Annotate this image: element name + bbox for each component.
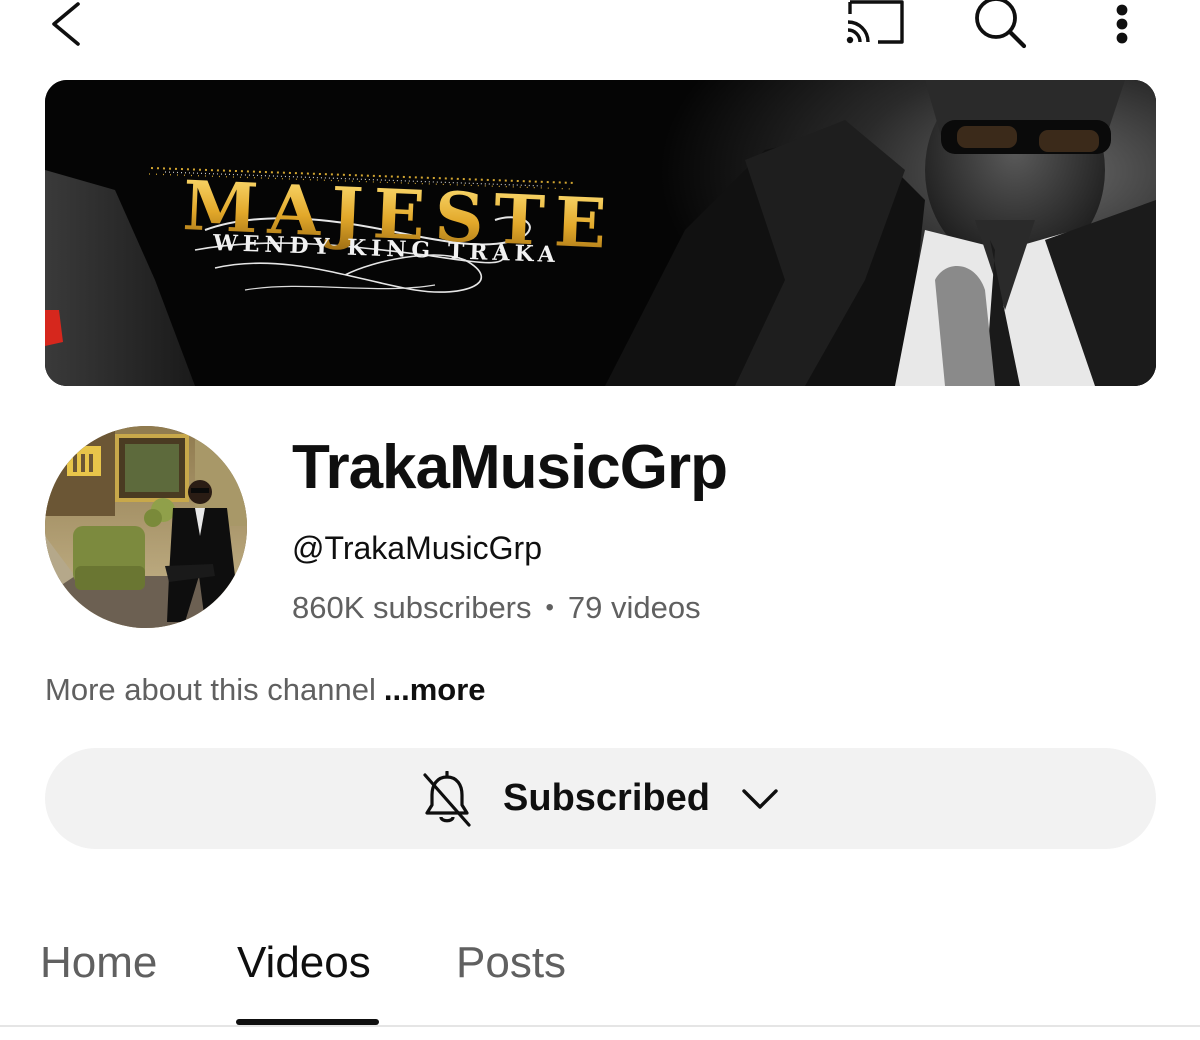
chevron-left-icon — [52, 2, 80, 46]
channel-about[interactable]: More about this channel ...more — [45, 672, 486, 708]
more-options-button[interactable] — [1100, 0, 1144, 52]
tab-videos[interactable]: Videos — [237, 938, 371, 988]
search-button[interactable] — [966, 0, 1034, 52]
more-vertical-icon — [1116, 4, 1128, 44]
channel-banner: MAJESTE WENDY KING TRAKA — [45, 80, 1156, 386]
channel-name: TrakaMusicGrp — [292, 433, 728, 502]
chevron-down-icon — [742, 788, 778, 809]
bell-off-icon — [423, 770, 471, 827]
cast-icon — [846, 0, 904, 44]
back-button[interactable] — [40, 0, 92, 52]
tab-posts[interactable]: Posts — [456, 938, 566, 988]
top-app-bar — [0, 0, 1200, 64]
channel-handle: @TrakaMusicGrp — [292, 530, 542, 566]
avatar-image — [45, 426, 247, 628]
subscribed-button[interactable]: Subscribed — [45, 748, 1156, 849]
tabs-divider — [0, 1025, 1200, 1027]
subscribed-label: Subscribed — [503, 777, 710, 819]
search-icon — [975, 0, 1027, 49]
channel-tabs: Home Videos Posts — [0, 930, 1200, 1028]
channel-avatar[interactable] — [45, 426, 247, 628]
video-count: 79 videos — [567, 590, 701, 625]
cast-button[interactable] — [840, 0, 912, 48]
tab-home[interactable]: Home — [40, 938, 157, 988]
channel-stats: 860K subscribers • 79 videos — [292, 590, 701, 626]
subscriber-count: 860K subscribers — [292, 590, 532, 625]
stats-separator: • — [545, 594, 554, 621]
about-more-link[interactable]: ...more — [384, 672, 486, 707]
about-text: More about this channel — [45, 672, 376, 707]
